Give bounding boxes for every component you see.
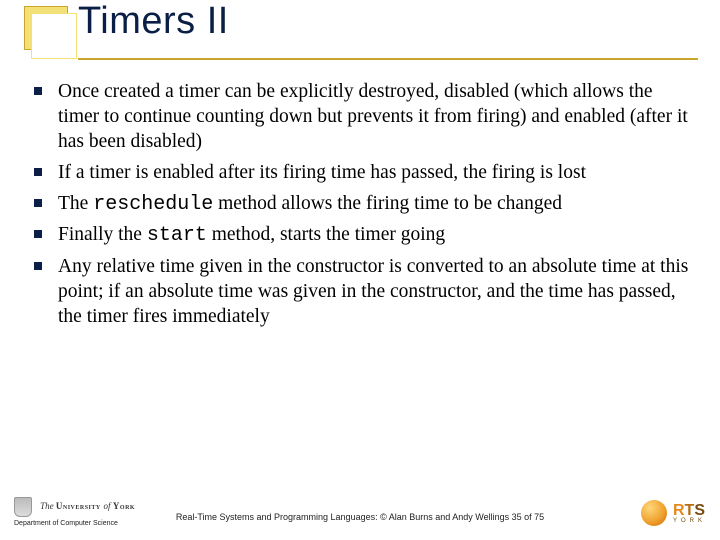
university-name: The University of York xyxy=(40,501,135,511)
list-item: The reschedule method allows the firing … xyxy=(34,192,694,218)
content-area: Once created a timer can be explicitly d… xyxy=(34,80,694,336)
bullet-icon xyxy=(34,199,42,207)
rts-r: R xyxy=(673,502,685,519)
bullet-icon xyxy=(34,87,42,95)
rts-t: T xyxy=(685,502,695,519)
rts-sub: YORK xyxy=(673,518,706,524)
footer: The University of York Department of Com… xyxy=(0,486,720,534)
globe-icon xyxy=(641,500,667,526)
list-item: Any relative time given in the construct… xyxy=(34,255,694,330)
bullet-text: Any relative time given in the construct… xyxy=(58,256,688,327)
list-item: Finally the start method, starts the tim… xyxy=(34,223,694,249)
bullet-text-pre: Finally the xyxy=(58,224,147,245)
uni-univ: University xyxy=(56,501,104,511)
bullet-list: Once created a timer can be explicitly d… xyxy=(34,80,694,330)
bullet-text: Once created a timer can be explicitly d… xyxy=(58,81,688,152)
bullet-icon xyxy=(34,230,42,238)
bullet-icon xyxy=(34,168,42,176)
bullet-text: If a timer is enabled after its firing t… xyxy=(58,162,586,183)
rts-s: S xyxy=(694,502,705,519)
uni-the: The xyxy=(40,501,56,511)
footer-center: Real-Time Systems and Programming Langua… xyxy=(0,512,720,522)
footer-right: RTS YORK xyxy=(641,500,706,526)
rts-logo: RTS YORK xyxy=(673,502,706,524)
title-ornament xyxy=(24,6,68,50)
bullet-text-post: method, starts the timer going xyxy=(207,224,445,245)
title-rule xyxy=(78,58,698,60)
list-item: Once created a timer can be explicitly d… xyxy=(34,80,694,155)
bullet-code: start xyxy=(147,224,207,247)
bullet-icon xyxy=(34,262,42,270)
bullet-text-post: method allows the firing time to be chan… xyxy=(213,193,562,214)
slide-title: Timers II xyxy=(78,0,229,43)
rts-text: RTS xyxy=(673,502,705,519)
slide: Timers II Once created a timer can be ex… xyxy=(0,0,720,540)
uni-york: York xyxy=(110,501,135,511)
bullet-text-pre: The xyxy=(58,193,93,214)
bullet-code: reschedule xyxy=(93,193,213,216)
list-item: If a timer is enabled after its firing t… xyxy=(34,161,694,186)
